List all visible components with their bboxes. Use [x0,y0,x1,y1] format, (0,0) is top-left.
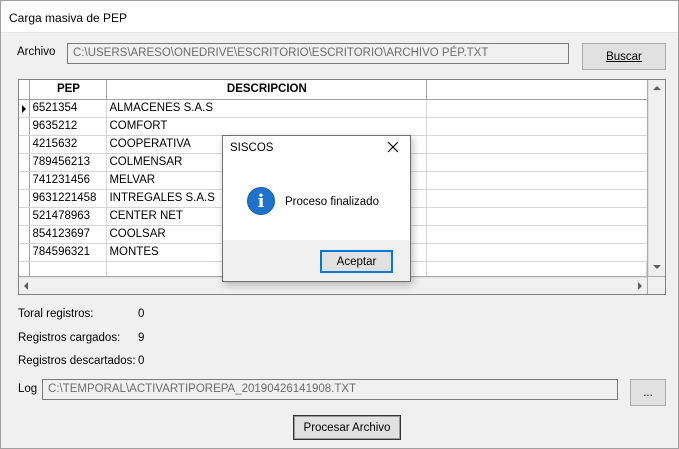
current-row-pointer-icon [22,104,26,113]
row-header[interactable] [19,243,31,262]
registros-cargados-label: Registros cargados: [18,332,121,344]
registros-cargados-value: 9 [138,332,145,344]
vertical-scroll-track [652,97,662,257]
info-icon: i [247,187,275,215]
scroll-right-icon[interactable] [638,282,642,290]
archivo-label: Archivo [17,46,56,58]
cell-new[interactable] [29,261,108,276]
dialog-title: SISCOS [230,142,274,154]
log-path-field[interactable]: C:\TEMPORAL\ACTIVARTIPOREPA_201904261419… [42,379,618,400]
cell-empty [426,99,647,118]
row-header[interactable] [19,189,31,208]
cell-pep[interactable]: 9631221458 [29,189,108,208]
cell-empty [426,225,647,244]
log-label: Log [18,383,38,395]
registros-descartados-label: Registros descartados: [18,355,136,367]
message-dialog: SISCOS Proceso finalizado i Aceptar [222,135,411,282]
total-registros-label: Toral registros: [18,308,94,320]
row-header[interactable] [19,261,31,276]
cell-pep[interactable]: 4215632 [29,135,108,154]
title-bar: Carga masiva de PEP [1,1,678,33]
cell-pep[interactable]: 854123697 [29,225,108,244]
cell-empty [426,117,647,136]
vertical-scrollbar[interactable] [648,80,665,276]
row-header[interactable] [19,117,31,136]
row-header-corner [19,80,31,100]
cell-pep[interactable]: 521478963 [29,207,108,226]
dialog-footer: Aceptar [223,240,410,281]
column-header-pep[interactable]: PEP [29,80,108,100]
registros-descartados-value: 0 [138,355,145,367]
scroll-corner [648,277,665,294]
scroll-up-icon[interactable] [653,86,661,90]
cell-descripcion[interactable]: ALMACENES S.A.S [106,99,428,118]
column-header-descripcion[interactable]: DESCRIPCION [106,80,428,100]
cell-pep[interactable]: 789456213 [29,153,108,172]
horizontal-scroll-track [37,281,627,291]
cell-empty [426,153,647,172]
cell-new[interactable] [426,261,647,276]
table-row[interactable]: 6521354 ALMACENES S.A.S [19,99,647,118]
cell-empty [426,135,647,154]
grid-header-row: PEP DESCRIPCION [19,80,647,100]
buscar-button-label: Buscar [606,50,642,63]
archivo-path-field[interactable]: C:\USERS\ARESO\ONEDRIVE\ESCRITORIO\ESCRI… [67,43,569,64]
cell-pep[interactable]: 741231456 [29,171,108,190]
cell-empty [426,243,647,262]
row-header[interactable] [19,171,31,190]
scroll-down-icon[interactable] [653,265,661,269]
row-header[interactable] [19,99,31,118]
column-header-empty [426,80,647,100]
aceptar-button[interactable]: Aceptar [320,250,393,273]
cell-pep[interactable]: 9635212 [29,117,108,136]
cell-empty [426,189,647,208]
row-header[interactable] [19,207,31,226]
close-icon[interactable] [386,140,400,154]
procesar-archivo-button[interactable]: Procesar Archivo [293,415,401,440]
cell-empty [426,207,647,226]
cell-descripcion[interactable]: COMFORT [106,117,428,136]
window-title: Carga masiva de PEP [9,11,128,25]
row-header[interactable] [19,153,31,172]
row-header[interactable] [19,135,31,154]
cell-pep[interactable]: 784596321 [29,243,108,262]
buscar-button[interactable]: Buscar [582,43,666,70]
table-row[interactable]: 9635212 COMFORT [19,117,647,136]
log-browse-button[interactable]: ... [630,379,666,406]
row-header[interactable] [19,225,31,244]
main-window: Carga masiva de PEP Archivo C:\USERS\ARE… [0,0,679,449]
dialog-message: Proceso finalizado [285,196,379,208]
scroll-left-icon[interactable] [24,282,28,290]
total-registros-value: 0 [138,308,145,320]
cell-pep[interactable]: 6521354 [29,99,108,118]
cell-empty [426,171,647,190]
